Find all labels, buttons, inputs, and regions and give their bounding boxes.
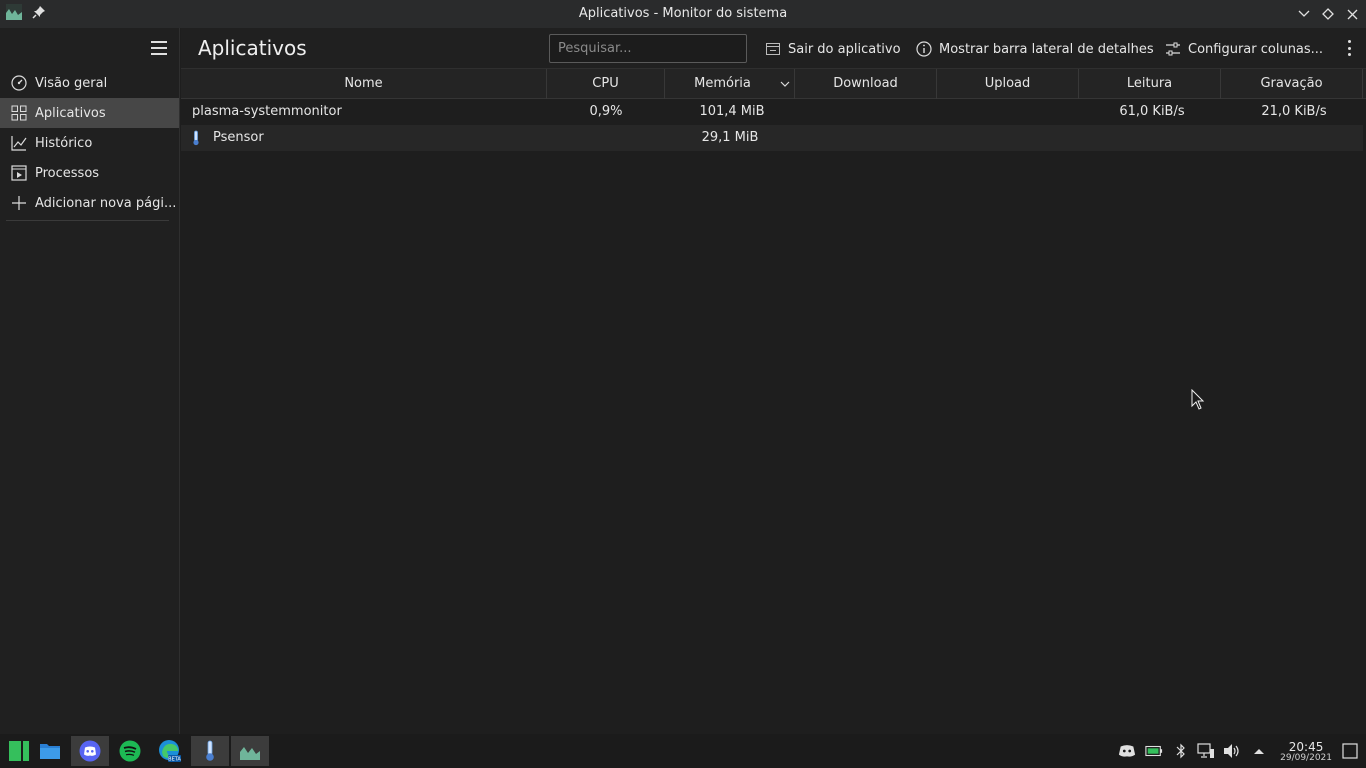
sidebar-item-label: Adicionar nova pági... <box>35 195 177 211</box>
sidebar-item-label: Aplicativos <box>35 105 106 121</box>
close-button[interactable] <box>1344 3 1360 25</box>
cell-memory: 101,4 MiB <box>699 104 765 119</box>
taskbar-edge-beta[interactable]: BETA <box>151 736 189 766</box>
network-icon <box>1197 743 1214 758</box>
cell-upload <box>937 99 1079 125</box>
plus-icon <box>10 194 28 212</box>
column-header-memory-label: Memória <box>694 76 751 91</box>
spotify-icon <box>119 740 141 762</box>
more-options-icon[interactable] <box>1348 40 1352 56</box>
cell-read: 61,0 KiB/s <box>1119 104 1185 119</box>
cell-write: 21,0 KiB/s <box>1261 104 1327 119</box>
cell-download <box>795 99 937 125</box>
column-header-download[interactable]: Download <box>795 69 937 99</box>
quit-application-button[interactable]: Sair do aplicativo <box>764 38 901 60</box>
sidebar-item-applications[interactable]: Aplicativos <box>0 98 179 128</box>
edge-beta-icon: BETA <box>159 740 181 763</box>
taskbar-system-monitor[interactable] <box>231 736 269 766</box>
sidebar-item-overview[interactable]: Visão geral <box>0 68 179 98</box>
cell-write <box>1221 125 1363 151</box>
configure-columns-button[interactable]: Configurar colunas... <box>1164 38 1323 60</box>
cell-download <box>795 125 937 151</box>
clock-time: 20:45 <box>1288 740 1324 754</box>
chevron-up-icon <box>1254 749 1264 754</box>
configure-columns-label: Configurar colunas... <box>1188 41 1324 57</box>
folder-icon <box>40 744 60 759</box>
search-input[interactable] <box>549 34 747 63</box>
taskbar-discord[interactable] <box>71 736 109 766</box>
sidebar-item-add-page[interactable]: Adicionar nova pági... <box>0 188 179 218</box>
table-row[interactable]: Psensor 29,1 MiB <box>181 125 1363 151</box>
sidebar-item-processes[interactable]: Processos <box>0 158 179 188</box>
cell-cpu <box>547 125 665 151</box>
svg-text:BETA: BETA <box>168 757 181 763</box>
window-close-icon <box>764 40 782 58</box>
bluetooth-icon <box>1176 743 1185 759</box>
column-header-read[interactable]: Leitura <box>1079 69 1221 99</box>
minimize-button[interactable] <box>1296 3 1312 25</box>
clock[interactable]: 20:45 29/09/2021 <box>1280 741 1332 764</box>
sidebar-item-label: Histórico <box>35 135 93 151</box>
cell-memory: 29,1 MiB <box>701 130 759 145</box>
tray-bluetooth[interactable] <box>1172 742 1190 760</box>
taskbar-spotify[interactable] <box>111 736 149 766</box>
sidebar-item-history[interactable]: Histórico <box>0 128 179 158</box>
volume-icon <box>1224 744 1239 758</box>
page-title: Aplicativos <box>198 36 307 60</box>
chevron-down-icon <box>1298 10 1310 17</box>
page-header: Aplicativos Sair do aplicativo Mostrar b… <box>181 28 1366 68</box>
column-header-name[interactable]: Nome <box>181 69 547 99</box>
column-header-write[interactable]: Gravação <box>1221 69 1363 99</box>
psensor-icon <box>206 740 214 761</box>
maximize-button[interactable] <box>1320 3 1336 25</box>
cell-name: plasma-systemmonitor <box>192 104 342 119</box>
title-bar: Aplicativos - Monitor do sistema <box>0 0 1366 28</box>
tray-volume[interactable] <box>1223 742 1241 760</box>
grid-icon <box>10 104 28 122</box>
show-desktop-icon <box>1342 743 1358 759</box>
tray-network[interactable] <box>1197 742 1215 760</box>
info-icon <box>915 40 933 58</box>
sidebar-item-label: Processos <box>35 165 100 181</box>
taskbar-psensor[interactable] <box>191 736 229 766</box>
tray-expand-button[interactable] <box>1250 742 1268 760</box>
thermometer-icon <box>191 130 201 150</box>
system-monitor-icon <box>240 747 260 760</box>
cell-name: Psensor <box>213 130 264 145</box>
hamburger-menu-icon[interactable] <box>151 41 167 55</box>
clock-date: 29/09/2021 <box>1280 753 1332 763</box>
sidebar-item-label: Visão geral <box>35 75 108 91</box>
dashboard-icon <box>10 74 28 92</box>
quit-application-label: Sair do aplicativo <box>788 41 901 57</box>
column-header-upload[interactable]: Upload <box>937 69 1079 99</box>
sliders-icon <box>1164 40 1182 58</box>
sidebar-divider <box>6 220 169 221</box>
battery-icon <box>1145 745 1163 757</box>
taskbar: BETA 20:45 29/09/2021 <box>0 734 1366 768</box>
cell-read <box>1079 125 1221 151</box>
process-icon <box>10 164 28 182</box>
table-header: Nome CPU Memória Download Upload Leitura… <box>181 68 1366 99</box>
diamond-icon <box>1322 8 1334 20</box>
show-desktop-button[interactable] <box>1341 742 1359 760</box>
show-details-sidebar-label: Mostrar barra lateral de detalhes <box>939 41 1154 57</box>
sidebar: Visão geral Aplicativos Histórico Proces… <box>0 28 180 734</box>
taskbar-file-manager[interactable] <box>31 736 69 766</box>
tray-discord[interactable] <box>1118 742 1136 760</box>
chart-icon <box>10 134 28 152</box>
column-header-memory[interactable]: Memória <box>665 69 795 99</box>
mouse-cursor-icon <box>1191 388 1205 415</box>
close-icon <box>1347 9 1357 19</box>
show-details-sidebar-button[interactable]: Mostrar barra lateral de detalhes <box>915 38 1154 60</box>
cell-cpu: 0,9% <box>589 104 623 119</box>
tray-battery[interactable] <box>1145 742 1163 760</box>
cell-upload <box>937 125 1079 151</box>
discord-tray-icon <box>1118 745 1136 757</box>
window-title: Aplicativos - Monitor do sistema <box>578 6 788 21</box>
column-header-cpu[interactable]: CPU <box>547 69 665 99</box>
discord-icon <box>79 740 101 762</box>
applications-table: Nome CPU Memória Download Upload Leitura… <box>181 68 1366 734</box>
table-row[interactable]: plasma-systemmonitor 0,9% 101,4 MiB 61,0… <box>181 99 1363 125</box>
manjaro-menu-icon <box>9 741 29 761</box>
